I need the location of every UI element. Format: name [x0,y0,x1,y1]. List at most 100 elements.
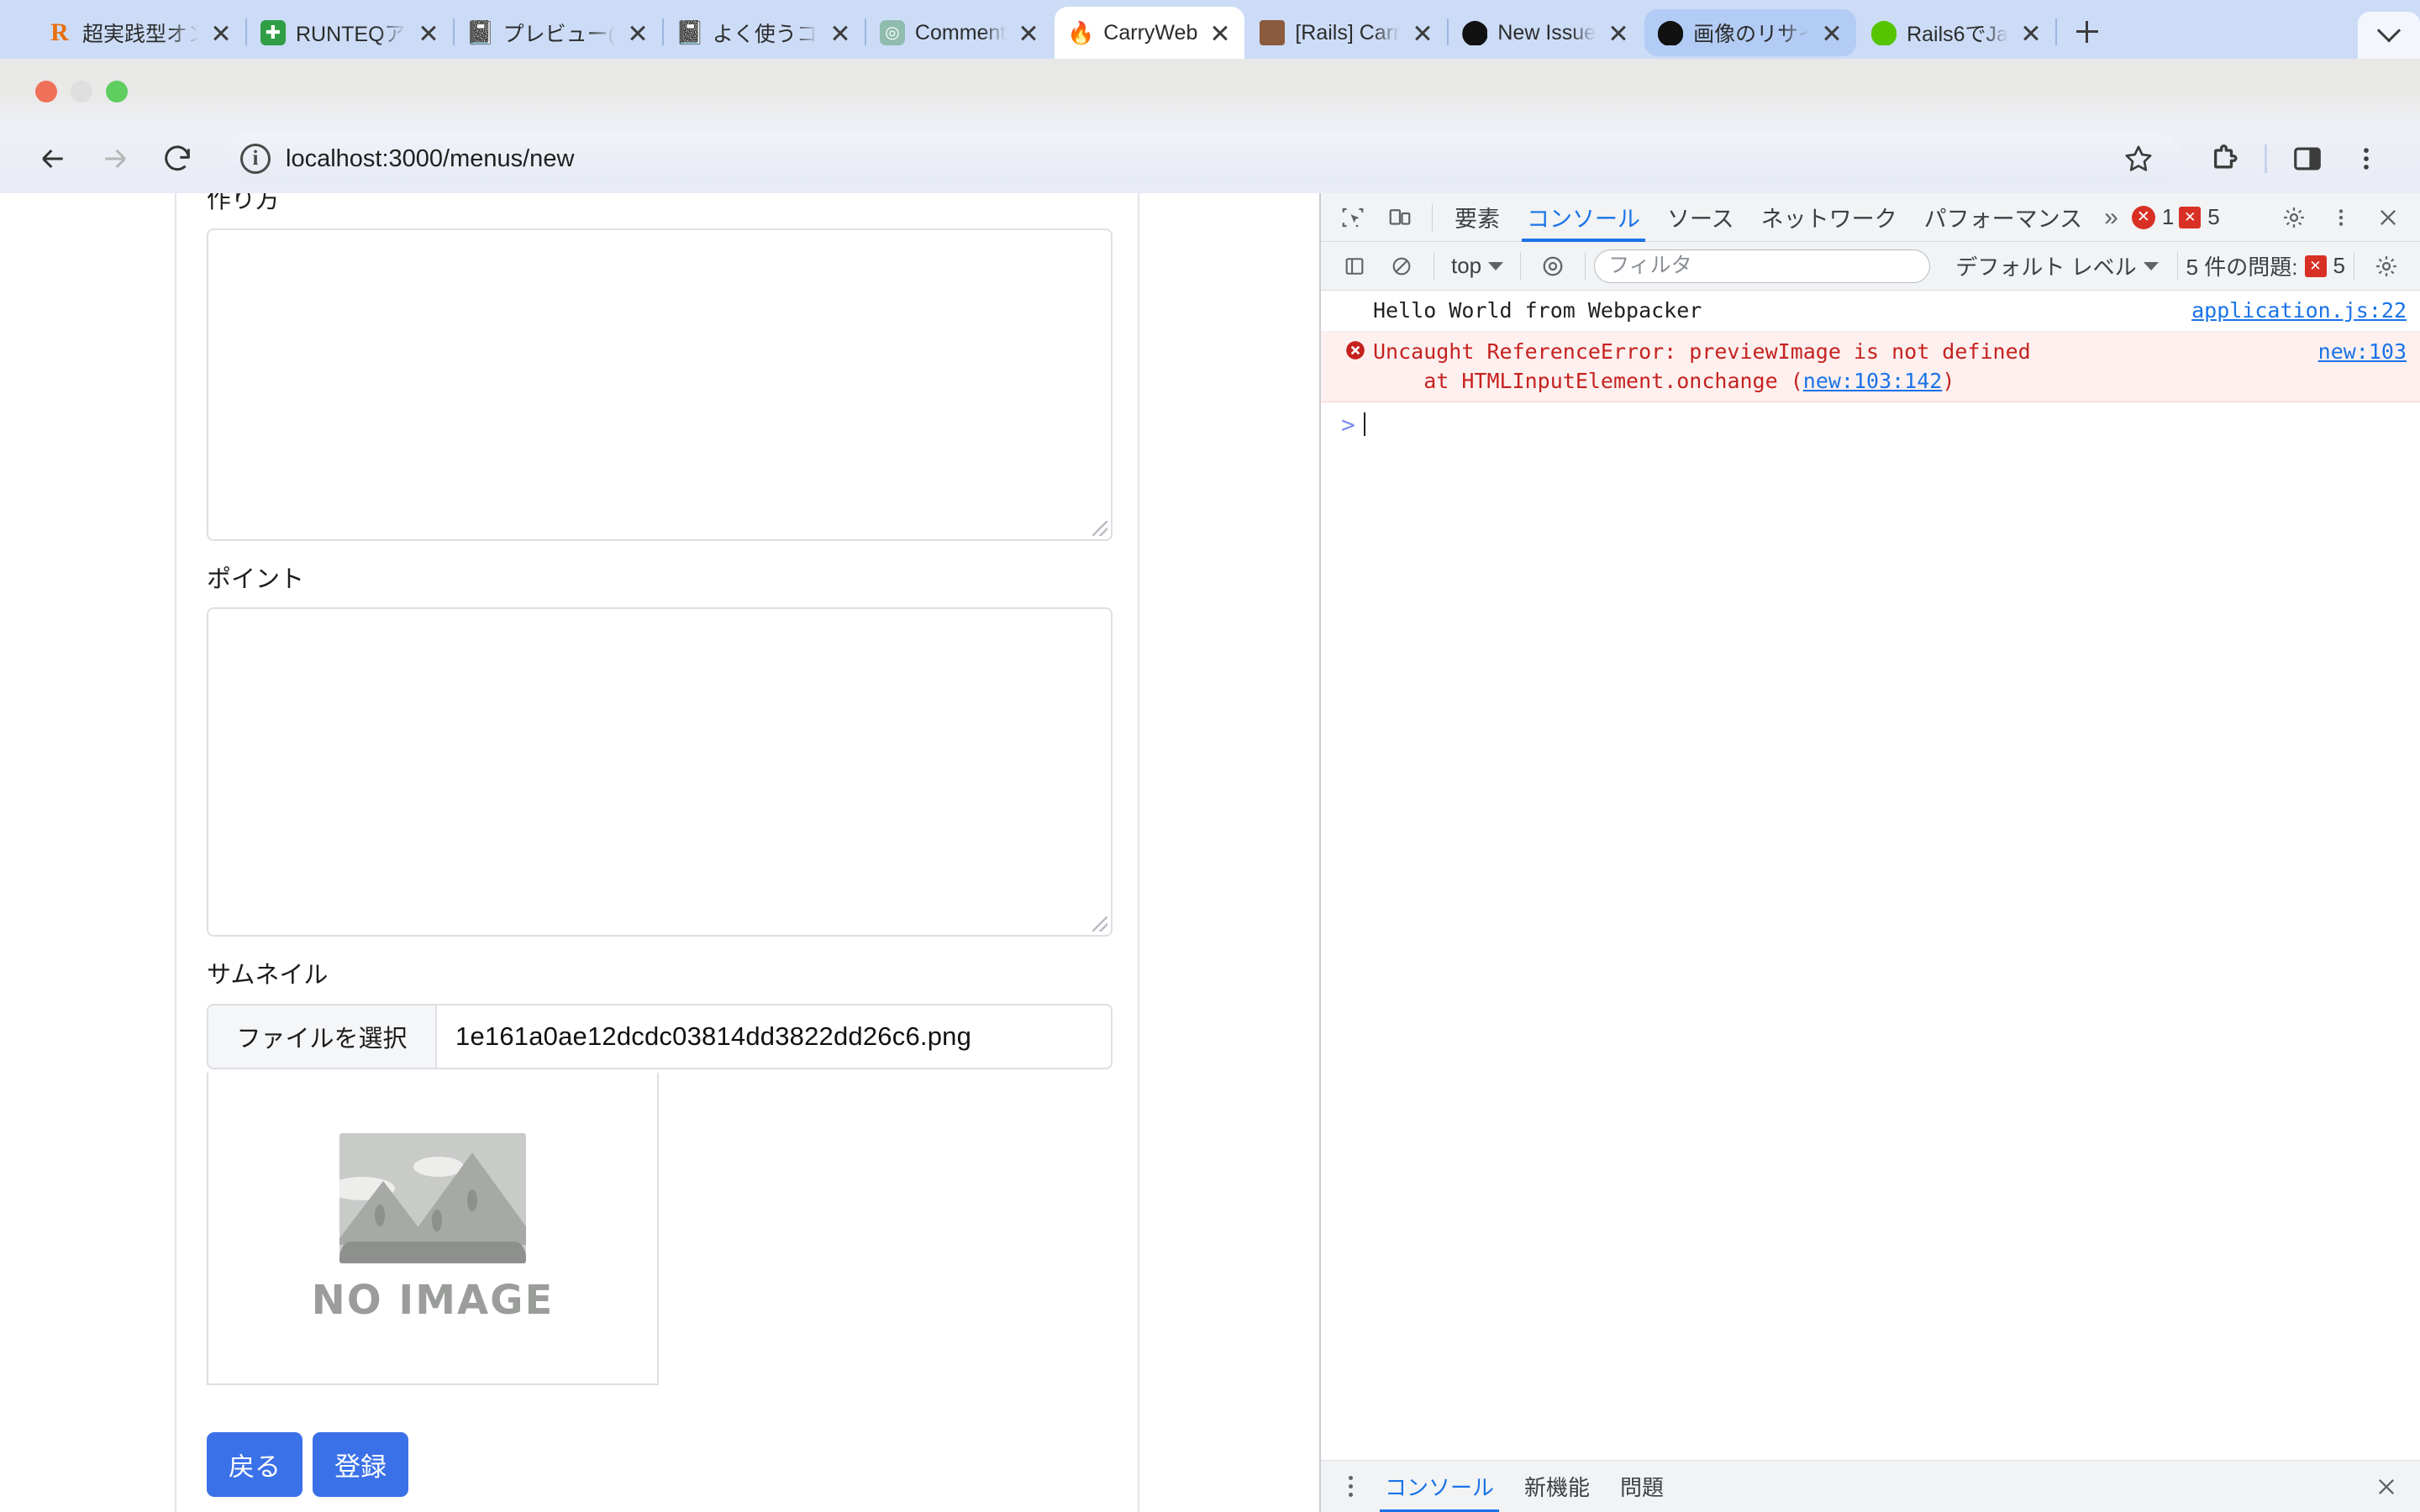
log-level-selector[interactable]: デフォルト レベル [1945,250,2168,281]
tab-close-icon[interactable] [416,20,441,45]
file-input-row[interactable]: ファイルを選択 1e161a0ae12dcdc03814dd3822dd26c6… [207,1004,1113,1070]
console-message-source-link[interactable]: new:103 [2302,337,2407,367]
tab-close-icon[interactable] [1016,20,1041,45]
viewport: 作り方 ポイント サムネイル ファイルを選択 1e161a0ae12dcdc03… [0,193,2420,1512]
tab-close-icon[interactable] [208,20,234,45]
devtools-close-icon[interactable] [2365,197,2412,239]
console-error-stack-link[interactable]: new:103:142 [1803,369,1943,393]
warning-count-badge[interactable]: ✕ 5 [2179,204,2220,230]
extensions-puzzle-icon[interactable] [2197,132,2251,186]
devtools-drawer-tabbar: コンソール 新機能 問題 [1321,1460,2420,1512]
back-button[interactable] [22,128,84,190]
console-prompt[interactable]: > [1321,402,2420,444]
navigation-toolbar: i localhost:3000/menus/new [0,124,2420,193]
address-bar[interactable]: i localhost:3000/menus/new [224,133,2182,185]
choose-file-button[interactable]: ファイルを選択 [208,1005,437,1068]
inspect-element-icon[interactable] [1329,197,1376,239]
toolbar-divider [1432,202,1433,232]
tab-close-icon[interactable] [1207,20,1233,45]
devtools-more-tabs-button[interactable]: » [2096,193,2127,242]
devtools-settings-gear-icon[interactable] [2270,197,2317,239]
browser-tab-5[interactable]: ◎ Comment [866,7,1053,59]
minimize-window-button[interactable] [71,81,92,102]
drawer-close-icon[interactable] [2363,1466,2410,1508]
site-info-icon[interactable]: i [240,144,271,174]
console-message-source-link[interactable]: application.js:22 [2175,296,2407,326]
devtools-tab-network[interactable]: ネットワーク [1748,193,1911,242]
console-error-text: Uncaught ReferenceError: previewImage is… [1373,339,2031,364]
speck [432,1209,442,1231]
browser-tab-4[interactable]: 📓 よく使うコ [664,7,865,59]
toolbar-divider [1520,251,1522,281]
github-favicon-icon: ⬤ [1658,20,1684,45]
devtools-more-options-icon[interactable] [2317,197,2365,239]
browser-menu-icon[interactable] [2339,132,2393,186]
tab-close-icon[interactable] [1410,20,1435,45]
browser-tab-2[interactable]: ✚ RUNTEQア [247,7,453,59]
tab-close-icon[interactable] [1819,20,1844,45]
back-button[interactable]: 戻る [207,1432,302,1498]
live-expression-eye-icon[interactable] [1529,245,1576,287]
tab-close-icon[interactable] [625,20,650,45]
browser-tab-1[interactable]: R 超実践型オン [34,7,245,59]
browser-tab-7[interactable]: [Rails] Carr [1246,7,1447,59]
execution-context-selector[interactable]: top [1443,253,1512,279]
forward-button[interactable] [84,128,146,190]
form-actions: 戻る 登録 [207,1432,1107,1498]
error-count-badge[interactable]: ✕ 1 [2131,204,2175,230]
console-filter-input[interactable] [1594,249,1931,283]
field-label-point: ポイント [207,565,305,593]
arrow-right-icon [105,149,126,169]
point-textarea[interactable] [207,607,1113,937]
devtools-tab-console[interactable]: コンソール [1513,193,1654,242]
tab-close-icon[interactable] [828,20,853,45]
tab-divider [2054,18,2057,45]
browser-tab-10[interactable]: ⬤ Rails6でJa [1858,7,2055,59]
error-icon: ✕ [2131,205,2155,229]
no-image-picture-icon [339,1132,526,1263]
new-tab-button[interactable] [2065,10,2109,54]
clear-console-icon[interactable] [1378,245,1425,287]
console-message-list[interactable]: Hello World from Webpacker application.j… [1321,291,2420,1460]
reload-icon [165,145,190,171]
drawer-tab-issues[interactable]: 問題 [1605,1461,1679,1512]
console-error-message[interactable]: Uncaught ReferenceError: previewImage is… [1321,331,2420,402]
console-sidebar-toggle-icon[interactable] [1331,245,1378,287]
devtools-tab-sources[interactable]: ソース [1654,193,1748,242]
execution-context-value: top [1451,253,1482,278]
submit-register-button[interactable]: 登録 [313,1432,408,1498]
device-toolbar-icon[interactable] [1376,197,1423,239]
tab-title: 超実践型オン [82,23,198,46]
arrow-left-icon [42,149,63,169]
issue-icon: ✕ [2179,206,2202,228]
devtools-tab-elements[interactable]: 要素 [1441,193,1513,242]
browser-tab-8[interactable]: ⬤ New Issue [1449,7,1643,59]
error-count: 1 [2161,204,2175,229]
runteq-favicon-icon: ✚ [260,20,286,45]
rails-favicon-icon: 🔥 [1068,20,1094,45]
browser-tab-9-selected[interactable]: ⬤ 画像のリサイ [1644,9,1857,56]
browser-tab-active-carryweb[interactable]: 🔥 CarryWeb [1055,7,1245,59]
devtools-toolbar: 要素 コンソール ソース ネットワーク パフォーマンス » ✕ 1 ✕ 5 [1321,193,2420,242]
issues-summary[interactable]: 5 件の問題: ✕ 5 [2186,250,2345,281]
window-controls [0,81,128,102]
devtools-tab-performance[interactable]: パフォーマンス [1911,193,2096,242]
thumbnail-preview: NO IMAGE [207,1073,659,1386]
maximize-window-button[interactable] [106,81,128,102]
side-panel-icon[interactable] [2281,132,2334,186]
console-settings-gear-icon[interactable] [2363,245,2410,287]
tab-strip: R 超実践型オン ✚ RUNTEQア 📓 プレビュー( 📓 よく使うコ ◎ Co… [0,0,2420,59]
recipe-textarea[interactable] [207,228,1113,541]
browser-tab-3[interactable]: 📓 プレビュー( [455,7,662,59]
drawer-tab-console[interactable]: コンソール [1370,1461,1509,1512]
tab-close-icon[interactable] [1606,20,1631,45]
tab-close-icon[interactable] [2018,20,2044,45]
bookmark-star-icon[interactable] [2112,132,2165,186]
console-log-message[interactable]: Hello World from Webpacker application.j… [1321,291,2420,332]
close-window-button[interactable] [35,81,57,102]
speck [375,1204,385,1226]
drawer-tab-whats-new[interactable]: 新機能 [1509,1461,1605,1512]
reload-button[interactable] [146,128,208,190]
drawer-more-options-icon[interactable] [1331,1476,1370,1497]
tab-search-button[interactable] [2358,12,2420,59]
